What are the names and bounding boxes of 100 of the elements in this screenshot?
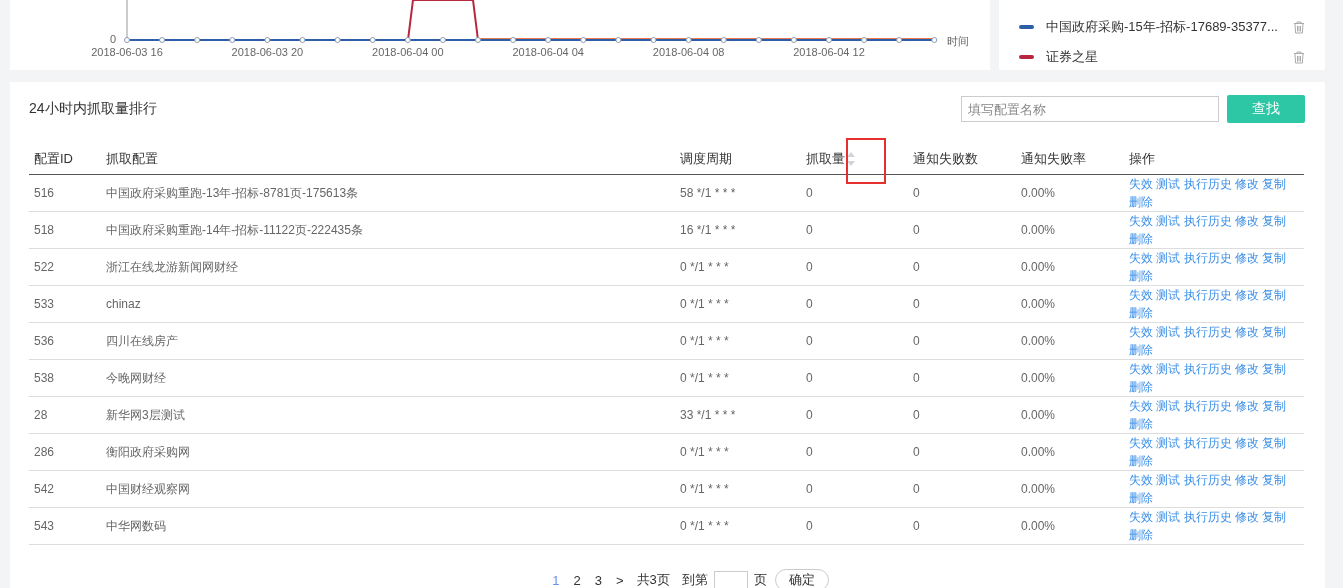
table-cell: 0.00% — [1016, 174, 1124, 212]
sort-icon[interactable] — [846, 151, 856, 167]
page-link[interactable]: 2 — [573, 572, 581, 588]
chart-point — [861, 37, 868, 43]
search-field[interactable]: 填写配置名称 — [961, 96, 1219, 122]
action-link[interactable]: 测试 — [1156, 288, 1181, 302]
action-link[interactable]: 失效 — [1129, 251, 1153, 265]
action-link[interactable]: 测试 — [1156, 473, 1181, 487]
action-link[interactable]: 复制 — [1262, 510, 1287, 524]
trash-icon[interactable] — [1293, 20, 1305, 34]
action-link[interactable]: 复制 — [1262, 251, 1287, 265]
table-cell: 0 — [801, 396, 908, 434]
action-link[interactable]: 失效 — [1129, 214, 1153, 228]
action-link[interactable]: 修改 — [1235, 473, 1260, 487]
action-link[interactable]: 复制 — [1262, 214, 1287, 228]
action-link[interactable]: 测试 — [1156, 325, 1181, 339]
table-cell: 0 — [801, 359, 908, 397]
table-cell: 0.00% — [1016, 359, 1124, 397]
action-link[interactable]: 失效 — [1129, 436, 1153, 450]
action-link[interactable]: 修改 — [1235, 177, 1260, 191]
action-link[interactable]: 执行历史 — [1183, 251, 1232, 265]
action-link[interactable]: 复制 — [1262, 362, 1287, 376]
action-link[interactable]: 执行历史 — [1183, 399, 1232, 413]
action-link[interactable]: 修改 — [1235, 251, 1260, 265]
action-link[interactable]: 执行历史 — [1183, 510, 1232, 524]
table-cell: 中华网数码 — [101, 507, 675, 545]
chart-point — [194, 37, 201, 43]
action-link[interactable]: 失效 — [1129, 399, 1153, 413]
action-link[interactable]: 删除 — [1129, 343, 1153, 357]
action-link[interactable]: 删除 — [1129, 454, 1153, 468]
search-button[interactable]: 查找 — [1227, 95, 1305, 123]
action-link[interactable]: 删除 — [1129, 491, 1153, 505]
action-link[interactable]: 失效 — [1129, 362, 1153, 376]
table-cell: 0 — [908, 359, 1016, 397]
action-link[interactable]: 复制 — [1262, 177, 1287, 191]
action-link[interactable]: 测试 — [1156, 251, 1181, 265]
action-link[interactable]: 复制 — [1262, 325, 1287, 339]
action-link[interactable]: 复制 — [1262, 473, 1287, 487]
action-link[interactable]: 删除 — [1129, 232, 1153, 246]
table-cell: 四川在线房产 — [101, 322, 675, 360]
action-link[interactable]: 复制 — [1262, 399, 1287, 413]
table-cell: 中国政府采购重跑-14年-招标-11122页-222435条 — [101, 211, 675, 249]
action-link[interactable]: 测试 — [1156, 177, 1181, 191]
action-link[interactable]: 测试 — [1156, 362, 1181, 376]
page-link[interactable]: 1 — [552, 572, 560, 588]
action-link[interactable]: 修改 — [1235, 399, 1260, 413]
action-link[interactable]: 失效 — [1129, 177, 1153, 191]
column-header: 操作 — [1129, 150, 1155, 168]
action-link[interactable]: 修改 — [1235, 362, 1260, 376]
action-link[interactable]: 执行历史 — [1183, 362, 1232, 376]
action-link[interactable]: 删除 — [1129, 269, 1153, 283]
page-input[interactable] — [713, 571, 748, 588]
action-link[interactable]: 测试 — [1156, 399, 1181, 413]
table-cell: 0.00% — [1016, 470, 1124, 508]
chart-point — [475, 37, 481, 43]
axis-tick-label: 2018-06-03 16 — [90, 46, 164, 58]
action-link[interactable]: 测试 — [1156, 214, 1181, 228]
confirm-button[interactable]: 确定 — [774, 569, 829, 588]
table-cell: 0.00% — [1016, 285, 1124, 323]
action-link[interactable]: 测试 — [1156, 436, 1181, 450]
action-link[interactable]: 修改 — [1235, 214, 1260, 228]
table-cell: 0.00% — [1016, 433, 1124, 471]
action-link[interactable]: 执行历史 — [1183, 473, 1232, 487]
action-link[interactable]: 修改 — [1235, 510, 1260, 524]
axis-tick-label: 2018-06-03 20 — [230, 46, 305, 58]
action-link[interactable]: 执行历史 — [1183, 436, 1232, 450]
action-link[interactable]: 执行历史 — [1183, 177, 1232, 191]
action-link[interactable]: 删除 — [1129, 417, 1153, 431]
table-cell: 542 — [29, 470, 101, 508]
action-link[interactable]: 删除 — [1129, 528, 1153, 542]
action-link[interactable]: 失效 — [1129, 288, 1153, 302]
page-total: 共3页 — [636, 571, 670, 588]
table-cell: 0 */1 * * * — [675, 470, 801, 508]
action-link[interactable]: 测试 — [1156, 510, 1181, 524]
action-link[interactable]: 失效 — [1129, 473, 1153, 487]
page-link[interactable]: 3 — [594, 572, 602, 588]
trash-icon[interactable] — [1293, 50, 1305, 64]
action-link[interactable]: 复制 — [1262, 288, 1287, 302]
action-link[interactable]: 失效 — [1129, 510, 1153, 524]
action-link[interactable]: 执行历史 — [1183, 325, 1232, 339]
chart-point — [615, 37, 622, 43]
action-link[interactable]: 删除 — [1129, 380, 1153, 394]
chart-point — [124, 37, 130, 43]
column-header: 通知失败率 — [1021, 150, 1086, 168]
action-link[interactable]: 失效 — [1129, 325, 1153, 339]
table-cell: 0 — [908, 211, 1016, 249]
action-link[interactable]: 修改 — [1235, 325, 1260, 339]
table-cell: 58 */1 * * * — [675, 174, 801, 212]
chart-point — [650, 37, 657, 43]
action-link[interactable]: 删除 — [1129, 195, 1153, 209]
action-link[interactable]: 执行历史 — [1183, 214, 1232, 228]
action-link[interactable]: 修改 — [1235, 436, 1260, 450]
table-cell: 543 — [29, 507, 101, 545]
next-page-link[interactable]: > — [615, 572, 624, 588]
table-cell: 0 — [908, 285, 1016, 323]
table-cell: 518 — [29, 211, 101, 249]
action-link[interactable]: 修改 — [1235, 288, 1260, 302]
action-link[interactable]: 执行历史 — [1183, 288, 1232, 302]
action-link[interactable]: 删除 — [1129, 306, 1153, 320]
action-link[interactable]: 复制 — [1262, 436, 1287, 450]
